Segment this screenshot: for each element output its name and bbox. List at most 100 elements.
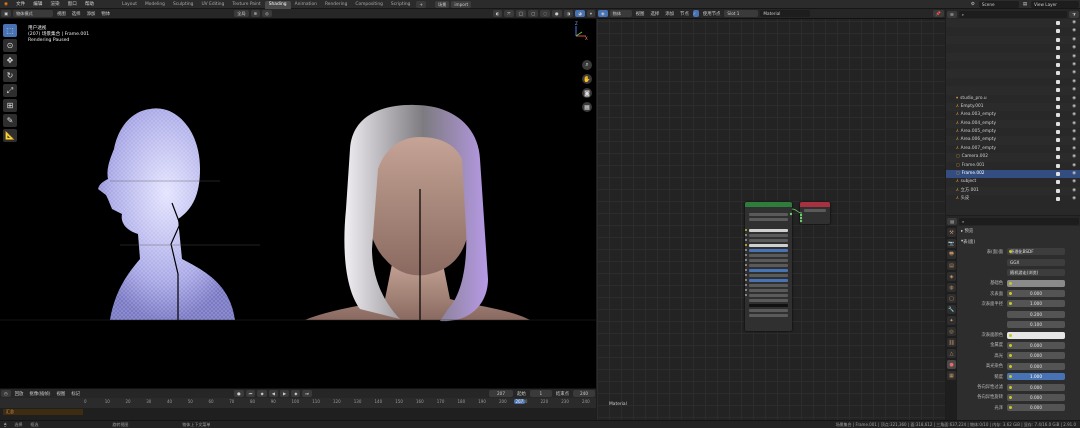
outliner-search-input[interactable]: ⌕ [958, 10, 1068, 18]
visibility-eye-icon[interactable]: ◉ [1072, 145, 1076, 153]
view-layer-tab-icon[interactable]: ▤ [947, 261, 956, 270]
scene-pill[interactable]: 场景 [434, 0, 450, 8]
import-pill[interactable]: import [451, 0, 472, 8]
property-field[interactable]: 0.000 [1007, 290, 1065, 298]
property-field[interactable]: 1.000 [1007, 300, 1065, 308]
menu-select[interactable]: 选择 [72, 11, 81, 17]
tab-rendering[interactable]: Rendering [321, 1, 351, 9]
exclude-checkbox[interactable] [1056, 88, 1060, 93]
socket-dot-icon[interactable] [1009, 281, 1012, 285]
shader-node-editor[interactable]: Material [597, 9, 945, 420]
property-field[interactable]: 0.000 [1007, 352, 1065, 360]
exclude-checkbox[interactable] [1056, 180, 1060, 185]
outliner-row[interactable]: ⅄ Area.004_empty ◉ [946, 119, 1080, 129]
visibility-eye-icon[interactable]: ◉ [1072, 44, 1076, 52]
outliner-row[interactable]: ◉ [946, 19, 1080, 28]
menu-node-view[interactable]: 视图 [636, 11, 645, 17]
add-workspace-button[interactable]: + [416, 0, 426, 8]
outliner-row[interactable]: ◻ Frame.001 ◉ [946, 162, 1080, 170]
visibility-eye-icon[interactable]: ◉ [1072, 178, 1076, 186]
navigation-gizmo[interactable]: Z X [566, 21, 590, 46]
socket-dot-icon[interactable] [1009, 343, 1012, 347]
outliner-row[interactable]: ◉ [946, 78, 1080, 86]
snap-icon[interactable]: ⊕ [250, 10, 261, 17]
physics-tab-icon[interactable]: ◎ [947, 327, 956, 336]
visibility-eye-icon[interactable]: ◉ [1072, 103, 1076, 111]
property-field[interactable] [1007, 279, 1065, 287]
property-field[interactable]: 0.000 [1007, 341, 1065, 349]
shading-material-icon[interactable]: ◑ [563, 10, 574, 17]
blender-logo-icon[interactable]: ◉ [0, 0, 12, 9]
render-tab-icon[interactable]: 📷 [947, 239, 956, 248]
cursor-tool-icon[interactable]: ⊙ [3, 39, 17, 52]
slot-dropdown[interactable]: Slot 1 [724, 10, 759, 17]
outliner-row[interactable]: ◉ [946, 86, 1080, 95]
visibility-eye-icon[interactable]: ◉ [1072, 120, 1076, 128]
surface-section-header[interactable]: ▾ 表(面) [957, 236, 1080, 246]
visibility-eye-icon[interactable]: ◉ [1072, 170, 1076, 178]
menu-object[interactable]: 物体 [101, 11, 110, 17]
outliner-row[interactable]: ⅄ Empty.001 ◉ [946, 102, 1080, 112]
view-layer-selector[interactable]: View Layer [1031, 0, 1079, 8]
menu-node-add[interactable]: 添加 [665, 11, 674, 17]
visibility-eye-icon[interactable]: ◉ [1072, 136, 1076, 144]
exclude-checkbox[interactable] [1056, 163, 1060, 168]
outliner-row[interactable]: ◉ [946, 69, 1080, 78]
visibility-eye-icon[interactable]: ◉ [1072, 36, 1076, 44]
exclude-checkbox[interactable] [1056, 29, 1060, 34]
orientation-dropdown[interactable]: 全局 [234, 10, 249, 17]
pan-hand-icon[interactable]: ✋ [582, 74, 592, 84]
jump-start-button[interactable]: ⏮ [245, 390, 256, 397]
end-frame-field[interactable]: 240 [573, 390, 595, 397]
tab-compositing[interactable]: Compositing [351, 1, 387, 9]
outliner-row[interactable]: ◻ Camera.002 ◉ [946, 153, 1080, 162]
menu-render[interactable]: 渲染 [46, 0, 63, 9]
visibility-eye-icon[interactable]: ◉ [1072, 69, 1076, 77]
outliner-row[interactable]: ◉ [946, 27, 1080, 35]
move-tool-icon[interactable]: ✥ [3, 54, 17, 67]
current-frame-field[interactable]: 207 [489, 390, 514, 397]
exclude-checkbox[interactable] [1056, 71, 1060, 76]
exclude-checkbox[interactable] [1056, 113, 1060, 118]
property-field[interactable]: 0.000 [1007, 383, 1065, 391]
property-field[interactable]: 0.100 [1007, 321, 1065, 329]
outliner-row[interactable]: ⅄ Area.007_empty ◉ [946, 145, 1080, 153]
use-nodes-checkbox[interactable]: ✓ [692, 10, 699, 17]
texture-tab-icon[interactable]: ▦ [947, 371, 956, 380]
prev-key-button[interactable]: ◆ [257, 390, 267, 397]
exclude-checkbox[interactable] [1056, 172, 1060, 177]
editor-type-button[interactable]: ▣ [1, 10, 11, 17]
menu-help[interactable]: 帮助 [81, 0, 98, 9]
exclude-checkbox[interactable] [1056, 155, 1060, 160]
shading-wireframe-icon[interactable]: ◌ [540, 10, 550, 17]
exclude-checkbox[interactable] [1056, 37, 1060, 42]
menu-file[interactable]: 文件 [12, 0, 29, 9]
annotate-tool-icon[interactable]: ✎ [3, 114, 17, 127]
menu-add[interactable]: 添加 [87, 11, 96, 17]
socket-dot-icon[interactable] [1009, 385, 1012, 389]
menu-edit[interactable]: 编辑 [29, 0, 46, 9]
outliner-row[interactable]: ◉ [946, 44, 1080, 52]
menu-node-select[interactable]: 选择 [650, 11, 659, 17]
jump-end-button[interactable]: ⏭ [302, 390, 313, 397]
material-tab-icon[interactable]: ● [947, 360, 956, 369]
outliner-row[interactable]: ⅄ Area.006_empty ◉ [946, 136, 1080, 145]
menu-keying[interactable]: 抠像(插帧) [29, 391, 50, 397]
outliner-row[interactable]: ⅄ Area.003_empty ◉ [946, 111, 1080, 119]
tab-sculpting[interactable]: Sculpting [169, 1, 198, 9]
tab-layout[interactable]: Layout [118, 1, 141, 9]
property-field[interactable]: 0.000 [1007, 362, 1065, 370]
visibility-eye-icon[interactable]: ◉ [1072, 187, 1076, 195]
visibility-eye-icon[interactable]: ◉ [1072, 162, 1076, 170]
property-field[interactable]: 随机游走(浏览) [1007, 269, 1065, 277]
scale-tool-icon[interactable]: ⤢ [3, 84, 17, 97]
3d-viewport[interactable] [0, 9, 596, 388]
rotate-tool-icon[interactable]: ↻ [3, 69, 17, 82]
tab-animation[interactable]: Animation [291, 1, 321, 9]
material-selector[interactable]: Material [760, 10, 811, 17]
particles-tab-icon[interactable]: ✦ [947, 316, 956, 325]
socket-dot-icon[interactable] [1009, 333, 1012, 337]
visibility-eye-icon[interactable]: ◉ [1072, 128, 1076, 136]
outliner-editor-icon[interactable]: ☰ [947, 10, 957, 18]
visibility-eye-icon[interactable]: ◉ [1072, 153, 1076, 161]
